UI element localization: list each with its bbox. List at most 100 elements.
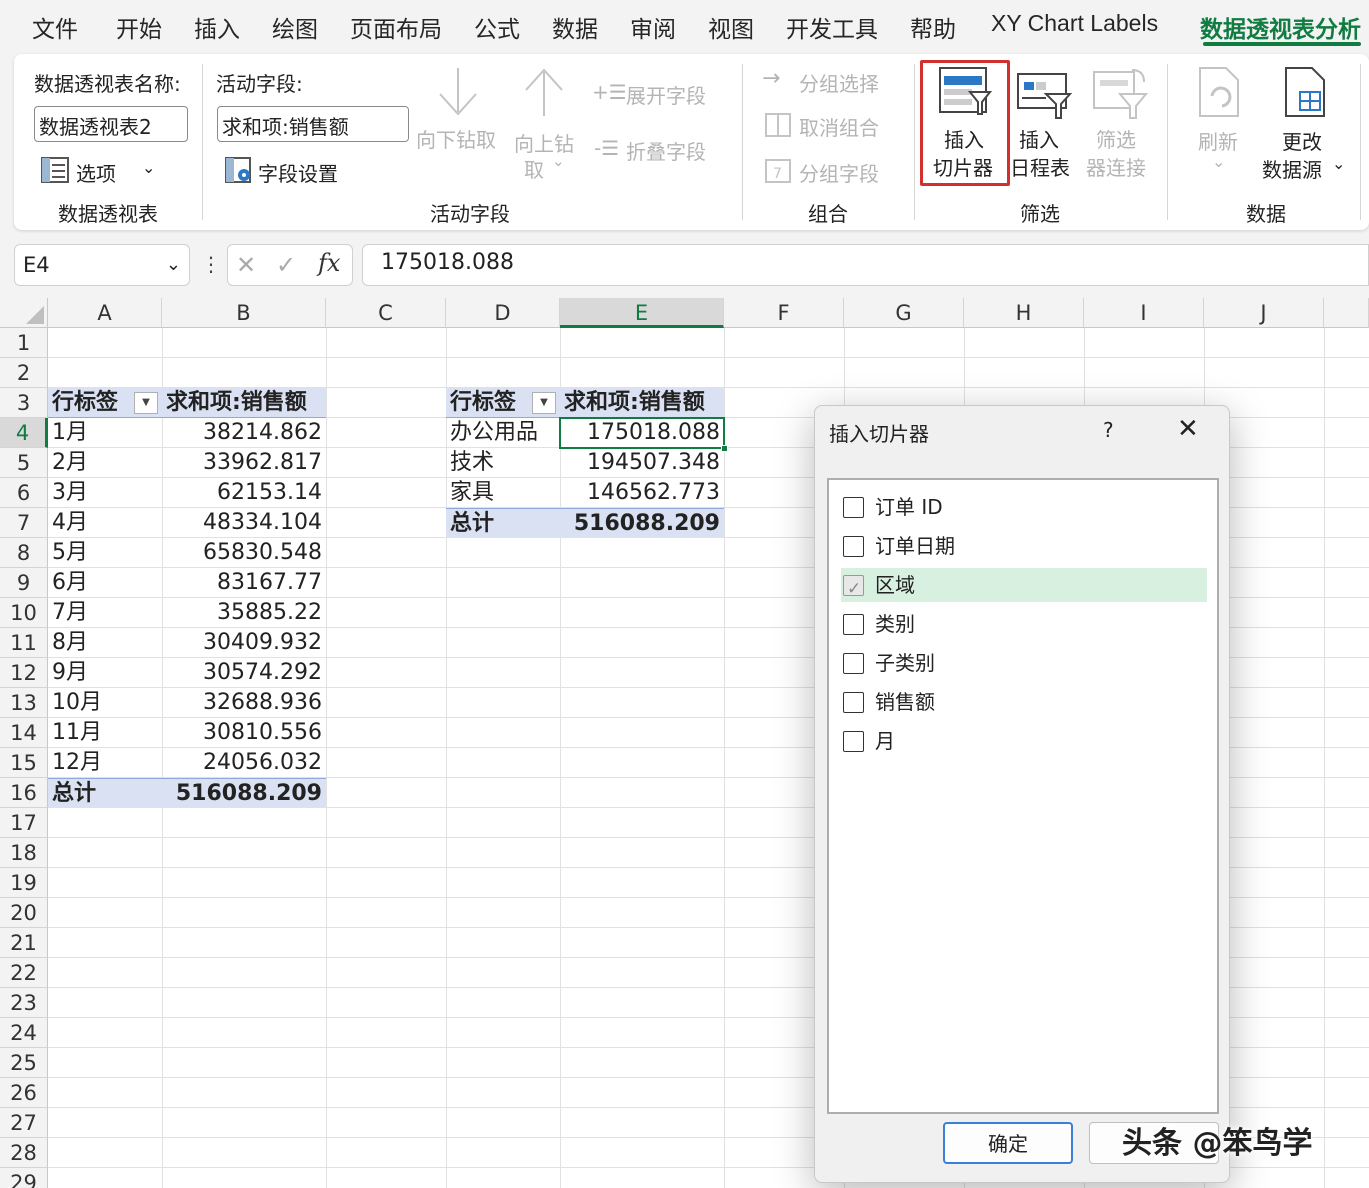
pivot2-row-label[interactable]: 技术 (446, 448, 560, 478)
pivot1-total-label[interactable]: 总计 (48, 778, 162, 808)
slicer-field-item[interactable]: 销售额 (841, 685, 1207, 719)
row-header[interactable]: 12 (0, 658, 48, 688)
row-header[interactable]: 11 (0, 628, 48, 658)
row-header[interactable]: 10 (0, 598, 48, 628)
fill-handle[interactable] (721, 445, 728, 452)
pivot2-header-value[interactable]: 求和项:销售额 (560, 388, 724, 418)
tab-formulas[interactable]: 公式 (474, 10, 520, 44)
checkbox[interactable] (843, 497, 864, 518)
row-header[interactable]: 14 (0, 718, 48, 748)
row-header[interactable]: 2 (0, 358, 48, 388)
column-header-k[interactable] (1324, 298, 1369, 328)
row-header[interactable]: 28 (0, 1138, 48, 1168)
group-field-button[interactable]: 分组字段 (799, 158, 879, 187)
row-header[interactable]: 3 (0, 388, 48, 418)
drill-down-button[interactable]: 向下钻取 (416, 124, 496, 153)
column-header-g[interactable]: G (844, 298, 964, 328)
pivot1-row-value[interactable]: 24056.032 (162, 748, 326, 778)
active-field-input[interactable]: 求和项:销售额 (217, 106, 409, 142)
help-icon[interactable]: ? (1103, 418, 1114, 442)
row-header[interactable]: 29 (0, 1168, 48, 1188)
pivot1-row-label[interactable]: 2月 (48, 448, 162, 478)
insert-timeline-button[interactable]: 插入 (1019, 124, 1059, 153)
pivot1-total-value[interactable]: 516088.209 (162, 778, 326, 808)
pivot2-row-label[interactable]: 办公用品 (446, 418, 560, 448)
slicer-field-item[interactable]: 月 (841, 724, 1207, 758)
tab-data[interactable]: 数据 (552, 10, 598, 44)
pivot1-row-value[interactable]: 48334.104 (162, 508, 326, 538)
row-header[interactable]: 7 (0, 508, 48, 538)
pivot2-total-label[interactable]: 总计 (446, 508, 560, 538)
close-icon[interactable]: ✕ (1177, 414, 1199, 444)
tab-page-layout[interactable]: 页面布局 (350, 10, 442, 44)
slicer-field-item[interactable]: 子类别 (841, 646, 1207, 680)
pivot1-header-value[interactable]: 求和项:销售额 (162, 388, 326, 418)
checkbox[interactable] (843, 653, 864, 674)
pivot2-row-label[interactable]: 家具 (446, 478, 560, 508)
row-header[interactable]: 8 (0, 538, 48, 568)
field-settings-button[interactable]: 字段设置 (258, 158, 338, 187)
pivot1-filter-dropdown-icon[interactable]: ▼ (134, 392, 158, 414)
row-header[interactable]: 9 (0, 568, 48, 598)
row-header[interactable]: 13 (0, 688, 48, 718)
more-options-icon[interactable]: ⋮ (201, 252, 221, 276)
select-all-corner[interactable] (0, 298, 48, 328)
name-box[interactable]: E4 ⌄ (14, 244, 190, 286)
cancel-entry-icon[interactable]: ✕ (236, 251, 256, 279)
pivot-name-input[interactable]: 数据透视表2 (34, 106, 188, 142)
column-header-a[interactable]: A (48, 298, 162, 328)
pivot1-row-label[interactable]: 12月 (48, 748, 162, 778)
refresh-button[interactable]: 刷新 (1198, 126, 1238, 155)
collapse-field-button[interactable]: 折叠字段 (626, 136, 706, 165)
pivot1-row-label[interactable]: 1月 (48, 418, 162, 448)
column-header-e[interactable]: E (560, 298, 724, 328)
pivot1-row-label[interactable]: 8月 (48, 628, 162, 658)
group-selection-button[interactable]: 分组选择 (799, 68, 879, 97)
drill-up-button[interactable]: 向上钻 (514, 128, 574, 157)
row-header[interactable]: 19 (0, 868, 48, 898)
change-source-chevron-down-icon[interactable]: ⌄ (1332, 154, 1345, 173)
pivot1-row-value[interactable]: 30810.556 (162, 718, 326, 748)
expand-field-button[interactable]: 展开字段 (626, 80, 706, 109)
pivot1-row-label[interactable]: 7月 (48, 598, 162, 628)
pivot2-filter-dropdown-icon[interactable]: ▼ (532, 392, 556, 414)
tab-view[interactable]: 视图 (708, 10, 754, 44)
name-box-chevron-down-icon[interactable]: ⌄ (166, 254, 181, 275)
row-header[interactable]: 21 (0, 928, 48, 958)
row-header[interactable]: 4 (0, 418, 48, 448)
row-header[interactable]: 20 (0, 898, 48, 928)
tab-home[interactable]: 开始 (116, 10, 162, 44)
tab-developer[interactable]: 开发工具 (786, 10, 878, 44)
column-header-d[interactable]: D (446, 298, 560, 328)
slicer-field-item[interactable]: ✓ 区域 (841, 568, 1207, 602)
row-header[interactable]: 23 (0, 988, 48, 1018)
column-header-i[interactable]: I (1084, 298, 1204, 328)
pivot1-row-value[interactable]: 35885.22 (162, 598, 326, 628)
pivot1-row-label[interactable]: 6月 (48, 568, 162, 598)
checkbox[interactable] (843, 692, 864, 713)
options-chevron-down-icon[interactable]: ⌄ (142, 158, 155, 177)
options-button[interactable]: 选项 (76, 158, 116, 187)
tab-help[interactable]: 帮助 (910, 10, 956, 44)
pivot1-row-label[interactable]: 10月 (48, 688, 162, 718)
pivot1-row-label[interactable]: 3月 (48, 478, 162, 508)
pivot2-total-value[interactable]: 516088.209 (560, 508, 724, 538)
insert-slicer-button[interactable]: 插入 (944, 124, 984, 153)
column-header-c[interactable]: C (326, 298, 446, 328)
ungroup-button[interactable]: 取消组合 (799, 112, 879, 141)
insert-function-icon[interactable]: fx (318, 249, 340, 277)
checkbox[interactable] (843, 614, 864, 635)
pivot1-row-value[interactable]: 62153.14 (162, 478, 326, 508)
row-header[interactable]: 18 (0, 838, 48, 868)
pivot1-row-value[interactable]: 33962.817 (162, 448, 326, 478)
checkbox[interactable] (843, 536, 864, 557)
row-header[interactable]: 26 (0, 1078, 48, 1108)
tab-insert[interactable]: 插入 (194, 10, 240, 44)
formula-input[interactable]: 175018.088 (362, 244, 1369, 286)
pivot1-row-value[interactable]: 32688.936 (162, 688, 326, 718)
tab-pivottable-analyze[interactable]: 数据透视表分析 (1200, 10, 1361, 44)
pivot2-row-value[interactable]: 146562.773 (560, 478, 724, 508)
pivot1-row-value[interactable]: 38214.862 (162, 418, 326, 448)
pivot1-row-value[interactable]: 83167.77 (162, 568, 326, 598)
tab-review[interactable]: 审阅 (630, 10, 676, 44)
